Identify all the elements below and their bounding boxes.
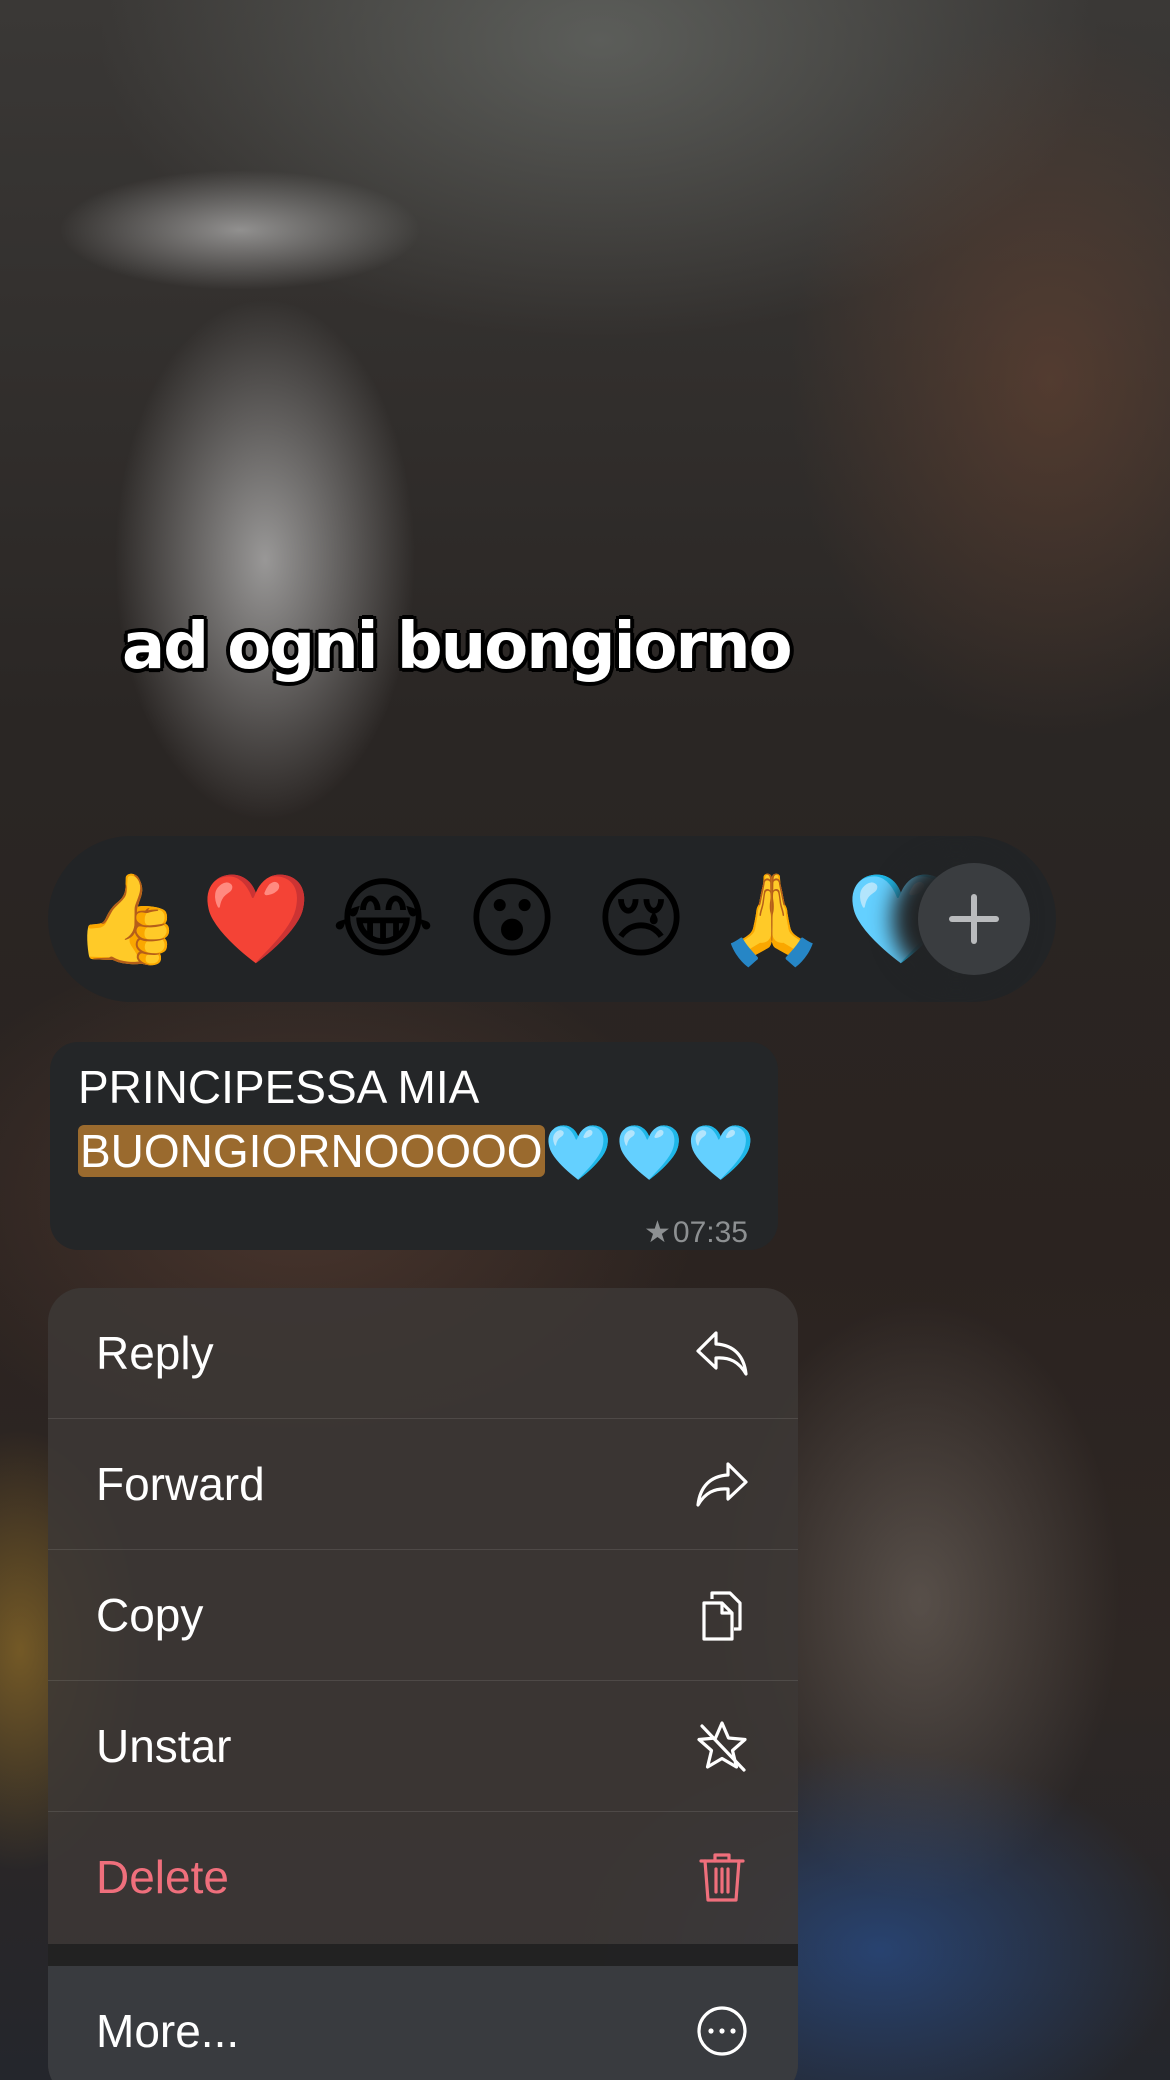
menu-item-label: Forward [96, 1458, 265, 1510]
highlighted-text: BUONGIORNOOOOO [78, 1125, 545, 1177]
message-bubble[interactable]: PRINCIPESSA MIA BUONGIORNOOOOO🩵🩵🩵 ★07:35 [50, 1042, 778, 1250]
unstar-icon [694, 1718, 750, 1774]
menu-item-label: Delete [96, 1851, 229, 1903]
message-text-line: BUONGIORNOOOOO🩵🩵🩵 [78, 1120, 759, 1183]
star-icon: ★ [644, 1216, 671, 1249]
menu-item-label: Unstar [96, 1720, 232, 1772]
message-time: 07:35 [672, 1216, 748, 1249]
menu-item-forward[interactable]: Forward [48, 1419, 798, 1549]
copy-icon [694, 1587, 750, 1643]
more-reactions-button[interactable] [918, 863, 1030, 975]
menu-item-more[interactable]: More... [48, 1966, 798, 2080]
message-text-line: PRINCIPESSA MIA [78, 1061, 480, 1113]
menu-item-delete[interactable]: Delete [48, 1812, 798, 1942]
menu-item-label: More... [96, 2005, 240, 2057]
trash-icon [694, 1849, 750, 1905]
message-meta: ★07:35 [644, 1218, 748, 1248]
heart-emoji: 🩵🩵🩵 [544, 1123, 759, 1183]
menu-item-label: Copy [96, 1589, 204, 1641]
reaction-bar: 👍 ❤️ 😂 😮 😢 🙏 🩵 [48, 836, 1056, 1002]
reaction-thumbs-up[interactable]: 👍 [72, 866, 182, 972]
context-menu: Reply Forward Copy Unstar Delete More... [48, 1288, 798, 2080]
menu-item-reply[interactable]: Reply [48, 1288, 798, 1418]
reaction-folded-hands[interactable]: 🙏 [717, 866, 827, 972]
reaction-red-heart[interactable]: ❤️ [201, 866, 311, 972]
forward-icon [694, 1456, 750, 1512]
menu-item-unstar[interactable]: Unstar [48, 1681, 798, 1811]
screen: ad ogni buongiorno 👍 ❤️ 😂 😮 😢 🙏 🩵 PRINCI… [0, 0, 1170, 2080]
reaction-tears-of-joy[interactable]: 😂 [330, 866, 436, 972]
more-icon [694, 2003, 750, 2059]
video-caption: ad ogni buongiorno [122, 610, 793, 684]
reaction-crying[interactable]: 😢 [588, 866, 694, 972]
reply-icon [694, 1325, 750, 1381]
menu-item-label: Reply [96, 1327, 214, 1379]
menu-group-gap [48, 1944, 798, 1966]
reaction-surprised[interactable]: 😮 [459, 866, 565, 972]
menu-item-copy[interactable]: Copy [48, 1550, 798, 1680]
